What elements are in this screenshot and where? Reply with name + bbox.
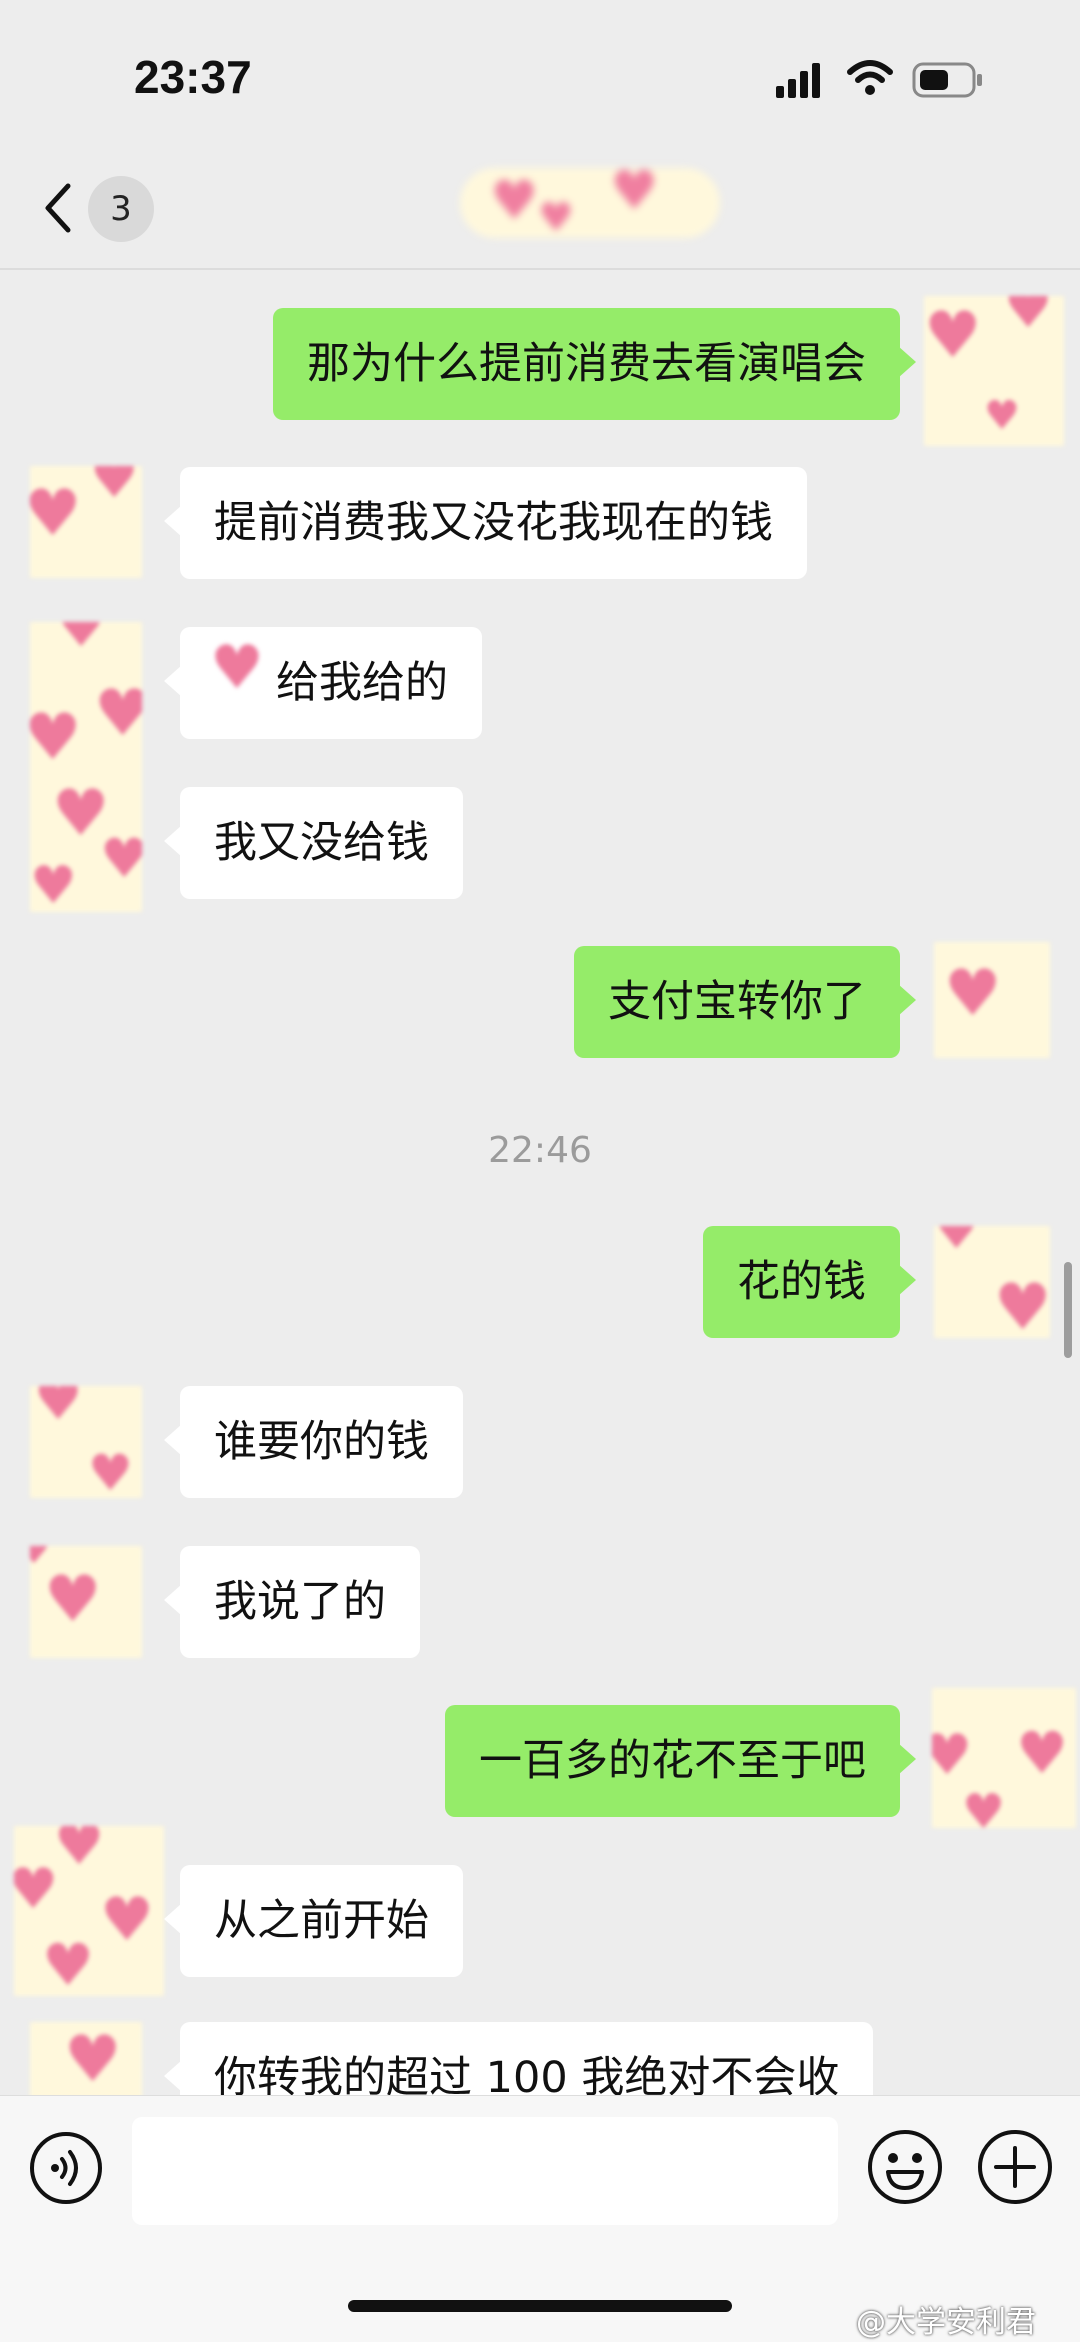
- message-bubble-incoming[interactable]: 我说了的: [164, 1546, 420, 1658]
- obscuring-heart-sticker: ♥: [210, 633, 264, 703]
- contact-avatar[interactable]: ♥: [30, 2022, 142, 2095]
- watermark: @大学安利君: [856, 2305, 1036, 2340]
- scrollbar[interactable]: [1064, 1262, 1072, 1358]
- my-avatar[interactable]: ♥: [934, 942, 1050, 1058]
- chevron-left-icon[interactable]: [38, 180, 78, 236]
- message-bubble-incoming[interactable]: 谁要你的钱: [164, 1386, 463, 1498]
- plus-icon[interactable]: [976, 2128, 1054, 2206]
- contact-avatar[interactable]: ♥ ♥: [30, 466, 142, 578]
- message-bubble-incoming[interactable]: 提前消费我又没花我现在的钱: [164, 467, 807, 579]
- message-list[interactable]: 那为什么提前消费去看演唱会 ♥ ♥ ♥ ♥ ♥ 提前消费我又没花我现在的钱 ♥ …: [0, 270, 1080, 2095]
- status-time: 23:37: [134, 51, 252, 103]
- message-bubble-incoming[interactable]: 从之前开始: [164, 1865, 463, 1977]
- contact-avatar[interactable]: ♥ ♥: [30, 1386, 142, 1498]
- chat-title-obscured: ♥ ♥ ♥: [460, 164, 720, 238]
- contact-avatar[interactable]: ♥ ♥ ♥ ♥ ♥ ♥: [30, 622, 142, 912]
- wifi-icon: [847, 60, 893, 95]
- message-bubble-outgoing[interactable]: 那为什么提前消费去看演唱会: [273, 308, 916, 420]
- message-bubble-outgoing[interactable]: 一百多的花不至于吧: [445, 1705, 916, 1817]
- my-avatar[interactable]: ♥ ♥ ♥: [924, 296, 1064, 446]
- emoji-icon[interactable]: [866, 2128, 944, 2206]
- status-bar: 23:37: [0, 0, 1080, 150]
- message-bubble-outgoing[interactable]: 支付宝转你了: [574, 946, 916, 1058]
- battery-icon: [912, 62, 982, 98]
- message-bubble-incoming[interactable]: 你转我的超过 100 我绝对不会收: [163, 2022, 874, 2095]
- message-bubble-incoming[interactable]: 我又没给钱: [164, 787, 463, 899]
- home-indicator: [348, 2300, 732, 2312]
- my-avatar[interactable]: ♥ ♥: [934, 1226, 1050, 1338]
- cellular-signal-icon: [776, 63, 820, 98]
- voice-input-icon[interactable]: [28, 2130, 104, 2206]
- contact-avatar[interactable]: ♥ ♥: [30, 1546, 142, 1658]
- message-input[interactable]: [132, 2117, 838, 2225]
- unread-count-badge[interactable]: 3: [88, 176, 154, 242]
- message-bubble-outgoing[interactable]: 花的钱: [703, 1226, 916, 1338]
- contact-avatar[interactable]: ♥ ♥ ♥ ♥: [14, 1826, 164, 1996]
- my-avatar[interactable]: ♥ ♥ ♥: [932, 1688, 1076, 1828]
- message-timestamp: 22:46: [488, 1130, 592, 1171]
